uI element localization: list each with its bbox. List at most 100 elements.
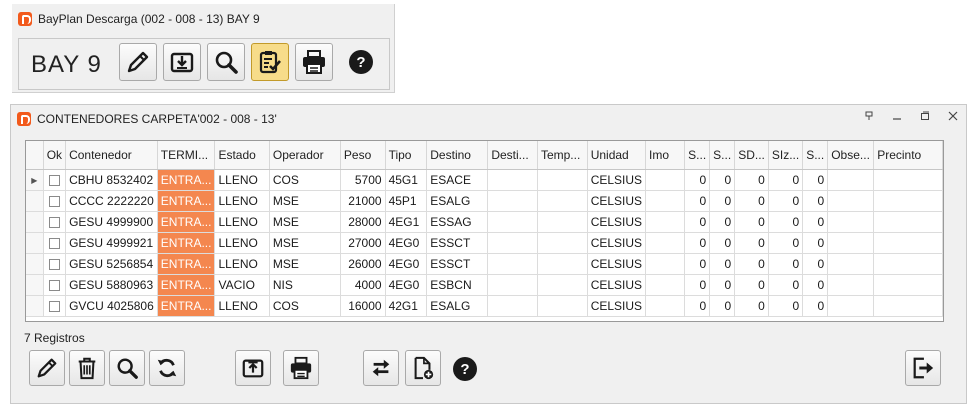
search-button[interactable] xyxy=(207,43,245,81)
row-selector[interactable] xyxy=(26,232,44,254)
cell-terminal[interactable]: ENTRA... xyxy=(157,253,216,275)
column-header[interactable]: Tipo xyxy=(385,141,428,170)
cell-siz[interactable]: 0 xyxy=(768,253,804,275)
cell-temp[interactable] xyxy=(537,274,588,296)
cell-s1[interactable]: 0 xyxy=(684,211,711,233)
cell-estado[interactable]: LLENO xyxy=(214,295,270,317)
cell-imo[interactable] xyxy=(645,211,686,233)
upload-button[interactable] xyxy=(235,350,271,386)
cell-siz[interactable]: 0 xyxy=(768,274,804,296)
cell-unidad[interactable]: CELSIUS xyxy=(587,211,647,233)
cell-precinto[interactable] xyxy=(873,274,943,296)
row-selector[interactable] xyxy=(26,274,44,296)
containers-grid[interactable]: Ok Contenedor TERMI... Estado Operador P… xyxy=(25,140,944,322)
cell-estado[interactable]: LLENO xyxy=(214,169,270,191)
cell-s1[interactable]: 0 xyxy=(684,190,711,212)
cell-sd[interactable]: 0 xyxy=(734,232,769,254)
cell-peso[interactable]: 28000 xyxy=(340,211,386,233)
cell-s2[interactable]: 0 xyxy=(709,190,736,212)
cell-tipo[interactable]: 4EG0 xyxy=(385,274,428,296)
cell-destino[interactable]: ESSAG xyxy=(426,211,489,233)
cell-destino2[interactable] xyxy=(487,232,538,254)
cell-precinto[interactable] xyxy=(873,190,943,212)
cell-destino2[interactable] xyxy=(487,169,538,191)
table-row[interactable]: GVCU 4025806 ENTRA... LLENO COS 16000 42G1 ESA… xyxy=(26,295,943,317)
cell-s3[interactable]: 0 xyxy=(802,190,829,212)
cell-siz[interactable]: 0 xyxy=(768,211,804,233)
ok-checkbox[interactable] xyxy=(48,237,60,249)
cell-temp[interactable] xyxy=(537,169,588,191)
cell-contenedor[interactable]: GESU 5256854 xyxy=(65,253,158,275)
print-button[interactable] xyxy=(295,43,333,81)
cell-unidad[interactable]: CELSIUS xyxy=(587,232,647,254)
cell-peso[interactable]: 4000 xyxy=(340,274,386,296)
row-selector[interactable] xyxy=(26,295,44,317)
column-header[interactable]: Estado xyxy=(214,141,270,170)
cell-contenedor[interactable]: GESU 5880963 xyxy=(65,274,158,296)
cell-destino[interactable]: ESSCT xyxy=(426,232,489,254)
column-header[interactable]: Unidad xyxy=(587,141,647,170)
cell-siz[interactable]: 0 xyxy=(768,295,804,317)
cell-destino[interactable]: ESALG xyxy=(426,190,489,212)
cell-obse[interactable] xyxy=(827,295,875,317)
cell-sd[interactable]: 0 xyxy=(734,274,769,296)
minimize-icon[interactable] xyxy=(892,111,902,121)
cell-terminal[interactable]: ENTRA... xyxy=(157,295,216,317)
cell-operador[interactable]: MSE xyxy=(269,211,341,233)
cell-s3[interactable]: 0 xyxy=(802,232,829,254)
table-row[interactable]: GESU 4999921 ENTRA... LLENO MSE 27000 4EG0 ESS… xyxy=(26,232,943,254)
cell-peso[interactable]: 21000 xyxy=(340,190,386,212)
cell-terminal[interactable]: ENTRA... xyxy=(157,232,216,254)
cell-destino2[interactable] xyxy=(487,211,538,233)
table-row[interactable]: ▶ CBHU 8532402 ENTRA... LLENO COS 5700 45G1 ESA… xyxy=(26,169,943,191)
column-header[interactable]: Contenedor xyxy=(65,141,158,170)
cell-siz[interactable]: 0 xyxy=(768,190,804,212)
cell-obse[interactable] xyxy=(827,190,875,212)
cell-temp[interactable] xyxy=(537,253,588,275)
cell-unidad[interactable]: CELSIUS xyxy=(587,274,647,296)
cell-s1[interactable]: 0 xyxy=(684,253,711,275)
cell-operador[interactable]: MSE xyxy=(269,232,341,254)
ok-checkbox[interactable] xyxy=(48,300,60,312)
cell-estado[interactable]: LLENO xyxy=(214,253,270,275)
cell-precinto[interactable] xyxy=(873,253,943,275)
table-row[interactable]: GESU 4999900 ENTRA... LLENO MSE 28000 4EG1 ESS… xyxy=(26,211,943,233)
cell-destino[interactable]: ESALG xyxy=(426,295,489,317)
cell-tipo[interactable]: 45G1 xyxy=(385,169,428,191)
cell-imo[interactable] xyxy=(645,190,686,212)
download-button[interactable] xyxy=(163,43,201,81)
column-header[interactable]: S... xyxy=(684,141,711,170)
cell-obse[interactable] xyxy=(827,232,875,254)
row-selector[interactable] xyxy=(26,211,44,233)
cell-destino2[interactable] xyxy=(487,274,538,296)
cell-s1[interactable]: 0 xyxy=(684,232,711,254)
column-header[interactable]: Temp... xyxy=(537,141,588,170)
cell-siz[interactable]: 0 xyxy=(768,169,804,191)
cell-obse[interactable] xyxy=(827,274,875,296)
cell-peso[interactable]: 16000 xyxy=(340,295,386,317)
ok-checkbox[interactable] xyxy=(48,258,60,270)
table-row[interactable]: GESU 5256854 ENTRA... LLENO MSE 26000 4EG0 ESS… xyxy=(26,253,943,275)
ok-checkbox[interactable] xyxy=(48,279,60,291)
row-selector[interactable] xyxy=(26,190,44,212)
cell-terminal[interactable]: ENTRA... xyxy=(157,169,216,191)
restore-icon[interactable] xyxy=(920,111,930,121)
table-row[interactable]: GESU 5880963 ENTRA... VACIO NIS 4000 4EG0 ESBC… xyxy=(26,274,943,296)
search-button[interactable] xyxy=(109,350,145,386)
cell-sd[interactable]: 0 xyxy=(734,253,769,275)
cell-contenedor[interactable]: GESU 4999921 xyxy=(65,232,158,254)
cell-precinto[interactable] xyxy=(873,295,943,317)
cell-peso[interactable]: 27000 xyxy=(340,232,386,254)
column-header[interactable] xyxy=(26,141,44,170)
cell-destino[interactable]: ESBCN xyxy=(426,274,489,296)
cell-unidad[interactable]: CELSIUS xyxy=(587,253,647,275)
cell-tipo[interactable]: 42G1 xyxy=(385,295,428,317)
help-button[interactable]: ? xyxy=(453,357,477,381)
cell-peso[interactable]: 5700 xyxy=(340,169,386,191)
cell-tipo[interactable]: 4EG1 xyxy=(385,211,428,233)
cell-sd[interactable]: 0 xyxy=(734,295,769,317)
column-header[interactable]: Ok xyxy=(43,141,67,170)
cell-s2[interactable]: 0 xyxy=(709,253,736,275)
cell-contenedor[interactable]: GESU 4999900 xyxy=(65,211,158,233)
pin-icon[interactable] xyxy=(864,111,874,121)
